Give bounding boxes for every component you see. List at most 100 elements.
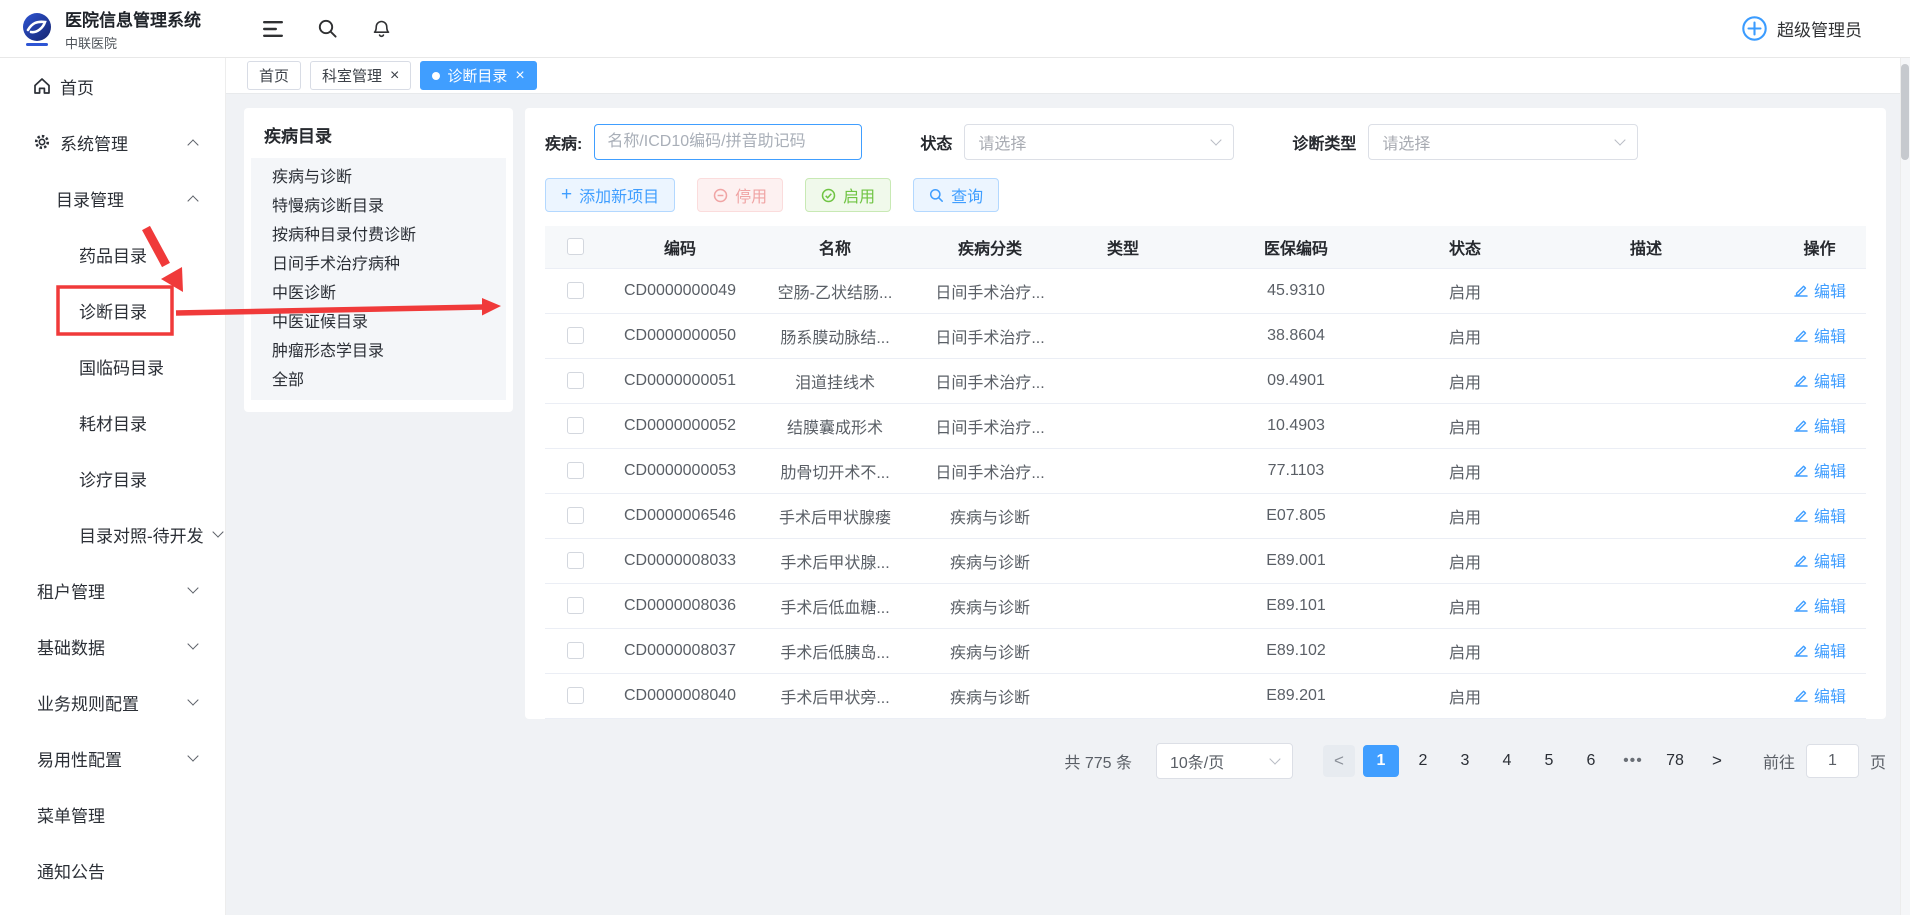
sidebar-item-business-rules-config[interactable]: 业务规则配置 — [0, 674, 225, 730]
sidebar-item-catalog-mapping[interactable]: 目录对照-待开发 — [0, 506, 225, 562]
search-icon[interactable] — [316, 18, 338, 40]
gear-icon — [33, 133, 51, 151]
row-checkbox[interactable] — [567, 552, 584, 569]
edit-button[interactable]: 编辑 — [1793, 638, 1846, 662]
row-checkbox[interactable] — [567, 642, 584, 659]
sidebar-item-consumables-catalog[interactable]: 耗材目录 — [0, 394, 225, 450]
sidebar-item-tenant-management[interactable]: 租户管理 — [0, 562, 225, 618]
scrollbar-track[interactable] — [1900, 58, 1910, 915]
sidebar-item-usability-config[interactable]: 易用性配置 — [0, 730, 225, 786]
disease-catalog-item[interactable]: 全部 — [251, 366, 506, 395]
sidebar-item-treatment-catalog[interactable]: 诊疗目录 — [0, 450, 225, 506]
cell-disease-category: 疾病与诊断 — [915, 673, 1065, 718]
sidebar-item-system-management[interactable]: 系统管理 — [0, 114, 225, 170]
edit-button[interactable]: 编辑 — [1793, 683, 1846, 707]
sidebar-item-basic-data[interactable]: 基础数据 — [0, 618, 225, 674]
disease-catalog-item[interactable]: 肿瘤形态学目录 — [251, 337, 506, 366]
edit-button[interactable]: 编辑 — [1793, 368, 1846, 392]
enable-button[interactable]: 启用 — [805, 178, 891, 212]
query-button[interactable]: 查询 — [913, 178, 999, 212]
row-checkbox[interactable] — [567, 597, 584, 614]
cell-name: 肋骨切开术不... — [755, 448, 915, 493]
content-area: 疾病目录 疾病与诊断特慢病诊断目录按病种目录付费诊断日间手术治疗病种中医诊断中医… — [226, 94, 1910, 915]
row-checkbox[interactable] — [567, 687, 584, 704]
edit-icon — [1793, 642, 1809, 658]
sidebar-item-notice-announcement[interactable]: 通知公告 — [0, 842, 225, 898]
cell-type — [1065, 403, 1181, 448]
page-button-6[interactable]: 6 — [1573, 745, 1609, 777]
diagnosis-type-select[interactable]: 请选择 — [1368, 124, 1638, 160]
pagination: 共 775 条 10条/页 < 1 2 3 4 5 6 ••• 78 > 前往 … — [244, 743, 1886, 779]
add-item-button[interactable]: + 添加新项目 — [545, 178, 675, 212]
page-button-78[interactable]: 78 — [1657, 745, 1693, 777]
page-size-select[interactable]: 10条/页 — [1156, 743, 1293, 779]
disease-catalog-item[interactable]: 中医诊断 — [251, 279, 506, 308]
prev-page-button[interactable]: < — [1323, 745, 1355, 777]
edit-button[interactable]: 编辑 — [1793, 503, 1846, 527]
page-button-3[interactable]: 3 — [1447, 745, 1483, 777]
row-checkbox[interactable] — [567, 327, 584, 344]
row-checkbox[interactable] — [567, 462, 584, 479]
status-select[interactable]: 请选择 — [964, 124, 1234, 160]
cell-code: CD0000000051 — [605, 358, 755, 403]
next-page-button[interactable]: > — [1701, 745, 1733, 777]
sidebar-item-catalog-management[interactable]: 目录管理 — [0, 170, 225, 226]
collapse-menu-icon[interactable] — [262, 18, 284, 40]
col-disease-category: 疾病分类 — [915, 226, 1065, 268]
row-checkbox[interactable] — [567, 372, 584, 389]
table-row: CD0000006546 手术后甲状腺瘘 疾病与诊断 E07.805 启用 — [545, 493, 1866, 538]
edit-button[interactable]: 编辑 — [1793, 278, 1846, 302]
notification-bell-icon[interactable] — [370, 18, 392, 40]
sidebar-item-national-clinical-code-catalog[interactable]: 国临码目录 — [0, 338, 225, 394]
cell-insurance-code: 45.9310 — [1181, 268, 1411, 313]
sidebar-item-label: 耗材目录 — [79, 410, 147, 435]
page-button-5[interactable]: 5 — [1531, 745, 1567, 777]
sidebar-item-diagnosis-catalog[interactable]: 诊断目录 — [0, 282, 225, 338]
disease-filter-label: 疾病: — [545, 130, 582, 154]
row-checkbox[interactable] — [567, 507, 584, 524]
close-icon[interactable]: × — [515, 68, 524, 84]
col-insurance-code: 医保编码 — [1181, 226, 1411, 268]
goto-page-input[interactable] — [1806, 744, 1859, 778]
disease-catalog-item[interactable]: 中医证候目录 — [251, 308, 506, 337]
cell-code: CD0000000050 — [605, 313, 755, 358]
page-button-2[interactable]: 2 — [1405, 745, 1441, 777]
table-row: CD0000000050 肠系膜动脉结... 日间手术治疗... 38.8604… — [545, 313, 1866, 358]
sidebar-item-menu-management[interactable]: 菜单管理 — [0, 786, 225, 842]
status-filter: 状态 请选择 — [920, 124, 1234, 160]
sidebar-item-home[interactable]: 首页 — [0, 58, 225, 114]
disease-catalog-item[interactable]: 日间手术治疗病种 — [251, 250, 506, 279]
sidebar-item-drug-catalog[interactable]: 药品目录 — [0, 226, 225, 282]
sidebar-item-label: 诊断目录 — [79, 298, 147, 323]
edit-button[interactable]: 编辑 — [1793, 323, 1846, 347]
disease-catalog-item[interactable]: 按病种目录付费诊断 — [251, 221, 506, 250]
user-menu[interactable]: 超级管理员 — [1741, 15, 1910, 42]
close-icon[interactable]: × — [390, 68, 399, 84]
disease-search-input[interactable] — [594, 124, 862, 160]
page-button-4[interactable]: 4 — [1489, 745, 1525, 777]
page-button-1[interactable]: 1 — [1363, 745, 1399, 777]
more-pages-icon[interactable]: ••• — [1615, 745, 1651, 777]
tab-home[interactable]: 首页 — [247, 61, 301, 90]
search-icon — [929, 188, 944, 203]
edit-button[interactable]: 编辑 — [1793, 458, 1846, 482]
edit-button[interactable]: 编辑 — [1793, 413, 1846, 437]
disease-catalog-item[interactable]: 特慢病诊断目录 — [251, 192, 506, 221]
edit-button[interactable]: 编辑 — [1793, 593, 1846, 617]
table-row: CD0000008036 手术后低血糖... 疾病与诊断 E89.101 启用 — [545, 583, 1866, 628]
tab-department-management[interactable]: 科室管理 × — [310, 61, 411, 90]
select-all-checkbox[interactable] — [567, 238, 584, 255]
sidebar-item-label: 易用性配置 — [37, 746, 122, 771]
cell-insurance-code: 77.1103 — [1181, 448, 1411, 493]
scrollbar-thumb[interactable] — [1901, 64, 1909, 160]
row-checkbox[interactable] — [567, 282, 584, 299]
cell-code: CD0000000053 — [605, 448, 755, 493]
table-row: CD0000000052 结膜囊成形术 日间手术治疗... 10.4903 启用 — [545, 403, 1866, 448]
disable-button[interactable]: 停用 — [697, 178, 783, 212]
edit-button[interactable]: 编辑 — [1793, 548, 1846, 572]
disease-catalog-item[interactable]: 疾病与诊断 — [251, 163, 506, 192]
cell-name: 手术后甲状旁... — [755, 673, 915, 718]
table-header-row: 编码 名称 疾病分类 类型 医保编码 状态 描述 操作 — [545, 226, 1866, 268]
tab-diagnosis-catalog[interactable]: 诊断目录 × — [420, 61, 536, 90]
row-checkbox[interactable] — [567, 417, 584, 434]
